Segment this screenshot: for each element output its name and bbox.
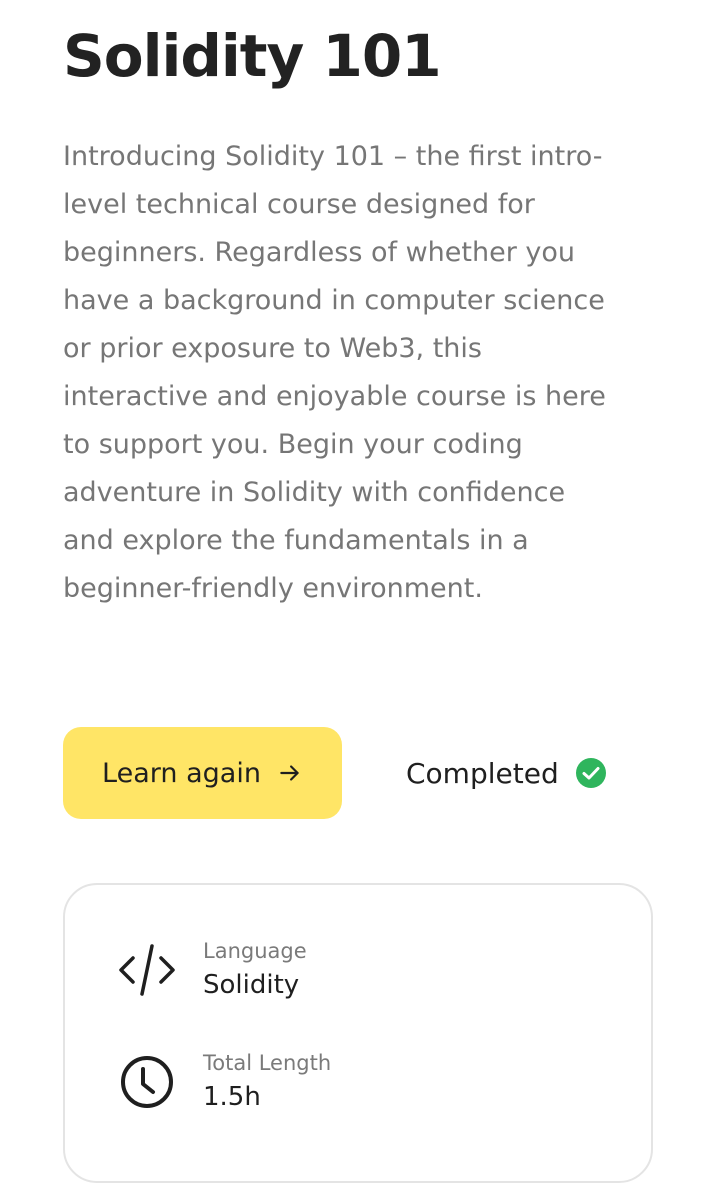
- total-length-label: Total Length: [203, 1051, 332, 1075]
- total-length-row: Total Length 1.5h: [115, 1049, 331, 1115]
- language-row: Language Solidity: [115, 937, 307, 1003]
- arrow-right-icon: [277, 760, 303, 786]
- learn-again-label: Learn again: [102, 757, 261, 789]
- code-icon: [115, 938, 179, 1002]
- page-title: Solidity 101: [63, 22, 442, 90]
- course-description: Introducing Solidity 101 – the first int…: [63, 141, 606, 604]
- course-actions: Learn again Completed: [63, 727, 607, 819]
- total-length-value: 1.5h: [203, 1082, 261, 1112]
- clock-icon: [115, 1050, 179, 1114]
- completed-status: Completed: [406, 757, 607, 790]
- completed-label: Completed: [406, 756, 559, 790]
- language-value: Solidity: [203, 970, 300, 1000]
- course-details-card: Language Solidity Total Length 1.5h: [63, 883, 653, 1183]
- check-circle-icon: [575, 757, 607, 789]
- language-label: Language: [203, 939, 307, 963]
- learn-again-button[interactable]: Learn again: [63, 727, 342, 819]
